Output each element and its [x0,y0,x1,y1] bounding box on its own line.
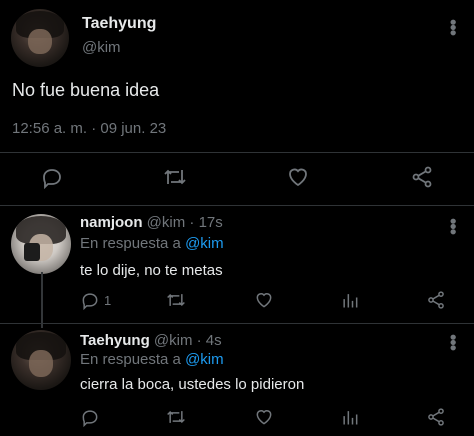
tweet-timestamp[interactable]: 12:56 a. m. · 09 jun. 23 [12,120,166,137]
divider [0,152,474,153]
reply-button[interactable]: 1 [80,290,111,310]
views-icon [343,294,358,308]
reply-icon [82,293,98,310]
share-icon [428,291,444,309]
reply-text: te lo dije, no te metas [80,262,223,279]
share-icon [428,408,444,426]
reply-tweet[interactable]: Taehyung @kim · 4s ••• En respuesta a @k… [0,324,474,436]
like-button[interactable] [254,407,274,427]
retweet-icon [164,169,186,185]
like-button[interactable] [286,165,310,189]
reply-button[interactable] [80,407,104,427]
share-button[interactable] [426,290,446,310]
heart-icon [256,410,272,425]
retweet-button[interactable] [165,290,187,310]
reply-text: cierra la boca, ustedes lo pidieron [80,376,305,393]
avatar-face [28,28,52,55]
views-button[interactable] [340,407,360,427]
reply-tweet[interactable]: namjoon @kim · 17s ••• En respuesta a @k… [0,206,474,324]
views-button[interactable] [340,290,360,310]
author-handle[interactable]: @kim [154,332,193,349]
retweet-icon [167,293,185,307]
author-name[interactable]: namjoon [80,214,143,231]
reply-time[interactable]: · 4s [197,332,222,349]
avatar-phone [24,242,40,261]
retweet-icon [167,410,185,424]
replying-to: En respuesta a @kim [80,235,224,252]
retweet-button[interactable] [162,165,188,189]
reply-icon [43,169,61,189]
share-button[interactable] [426,407,446,427]
replying-to: En respuesta a @kim [80,351,224,368]
author-handle[interactable]: @kim [147,214,186,231]
replying-mention[interactable]: @kim [185,235,224,252]
more-options-icon[interactable]: ••• [443,19,463,35]
avatar[interactable] [11,9,69,67]
more-options-icon[interactable]: ••• [443,334,463,350]
replying-prefix: En respuesta a [80,235,181,252]
tweet-text: No fue buena idea [12,80,160,100]
main-tweet: Taehyung @kim ••• No fue buena idea 12:5… [0,0,474,206]
reply-count: 1 [104,292,112,308]
heart-icon [256,293,272,308]
thread-line [41,272,43,328]
replying-prefix: En respuesta a [80,351,181,368]
reply-button[interactable] [40,165,64,189]
author-name[interactable]: Taehyung [80,332,150,349]
more-options-icon[interactable]: ••• [443,218,463,234]
avatar[interactable] [11,214,71,274]
reply-icon [82,410,98,427]
views-icon [343,411,358,425]
like-button[interactable] [254,290,274,310]
avatar-face [29,350,53,377]
reply-header: Taehyung @kim · 4s [80,332,222,349]
replying-mention[interactable]: @kim [185,351,224,368]
reply-header: namjoon @kim · 17s [80,214,223,231]
retweet-button[interactable] [165,407,187,427]
author-name[interactable]: Taehyung [82,15,156,33]
avatar[interactable] [11,330,71,390]
reply-time[interactable]: · 17s [189,214,222,231]
share-icon [412,166,432,188]
author-handle[interactable]: @kim [82,39,121,56]
heart-icon [289,168,307,187]
share-button[interactable] [410,165,434,189]
